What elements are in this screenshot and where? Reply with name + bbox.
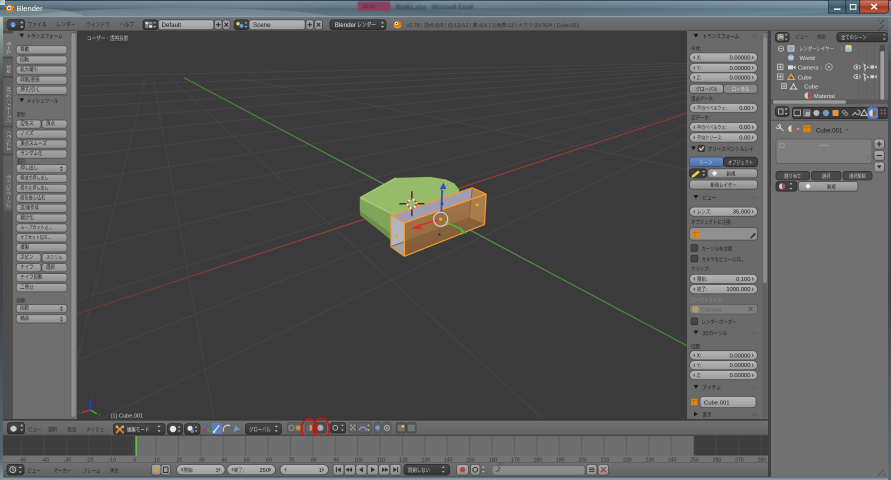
svg-text:i: i xyxy=(12,23,13,29)
svg-text:210: 210 xyxy=(601,457,610,463)
svg-text:40: 40 xyxy=(221,457,227,463)
svg-text:Blender: Blender xyxy=(17,4,44,13)
svg-text:35.000: 35.000 xyxy=(733,210,751,216)
svg-text:160: 160 xyxy=(489,457,498,463)
svg-text:100: 100 xyxy=(354,457,363,463)
svg-text:|: | xyxy=(821,65,822,71)
svg-text:90: 90 xyxy=(333,457,339,463)
svg-text:260: 260 xyxy=(713,457,722,463)
svg-text:230: 230 xyxy=(646,457,655,463)
svg-text:Cube.001: Cube.001 xyxy=(704,400,730,406)
svg-text:0.00000: 0.00000 xyxy=(730,66,751,72)
svg-text:240: 240 xyxy=(668,457,677,463)
svg-text:0.00000: 0.00000 xyxy=(730,373,751,379)
svg-text:1000.000: 1000.000 xyxy=(726,287,750,293)
svg-text:Book1.xlsx - Microsoft Excel: Book1.xlsx - Microsoft Excel xyxy=(396,4,473,11)
svg-text:z: z xyxy=(92,396,94,400)
svg-text:0.00000: 0.00000 xyxy=(730,56,751,62)
svg-text:y: y xyxy=(99,413,101,417)
svg-text:10: 10 xyxy=(154,457,160,463)
svg-text:250: 250 xyxy=(260,468,270,474)
svg-text:150: 150 xyxy=(466,457,475,463)
svg-text:Cube: Cube xyxy=(798,75,813,81)
svg-text:200: 200 xyxy=(578,457,587,463)
svg-text:70: 70 xyxy=(289,457,295,463)
svg-text:Camera: Camera xyxy=(798,65,820,71)
svg-text:60: 60 xyxy=(266,457,272,463)
svg-text:120: 120 xyxy=(399,457,408,463)
svg-text:-30: -30 xyxy=(64,457,72,463)
svg-text:30: 30 xyxy=(199,457,205,463)
svg-text:Cube.001: Cube.001 xyxy=(816,127,843,134)
svg-text:0.00: 0.00 xyxy=(739,106,750,112)
svg-text:220: 220 xyxy=(623,457,632,463)
svg-text:0.100: 0.100 xyxy=(736,277,751,283)
svg-text:0.00: 0.00 xyxy=(739,136,750,142)
svg-text:-20: -20 xyxy=(86,457,94,463)
svg-text:Camera: Camera xyxy=(701,308,722,314)
svg-text:1: 1 xyxy=(319,468,322,474)
svg-text:50: 50 xyxy=(244,457,250,463)
svg-text:1: 1 xyxy=(215,468,218,474)
svg-text:Blender: Blender xyxy=(335,22,356,29)
svg-text:80: 80 xyxy=(311,457,317,463)
svg-text:x: x xyxy=(79,410,81,414)
svg-text:Material: Material xyxy=(814,94,835,100)
svg-text:170: 170 xyxy=(511,457,520,463)
svg-text:0.00000: 0.00000 xyxy=(730,363,751,369)
svg-text:0.00: 0.00 xyxy=(739,125,750,131)
svg-text:0: 0 xyxy=(133,457,136,463)
svg-text:World: World xyxy=(800,56,815,62)
svg-text:280: 280 xyxy=(758,457,767,463)
svg-text:0.00000: 0.00000 xyxy=(730,353,751,359)
svg-text:####: #### xyxy=(363,4,377,10)
svg-text:180: 180 xyxy=(534,457,543,463)
svg-text:|: | xyxy=(841,47,842,53)
svg-text:0.00000: 0.00000 xyxy=(730,76,751,82)
svg-text:270: 270 xyxy=(735,457,744,463)
svg-text:130: 130 xyxy=(422,457,431,463)
svg-text:(1) Cube.001: (1) Cube.001 xyxy=(111,413,144,419)
svg-text:-10: -10 xyxy=(109,457,117,463)
svg-text:190: 190 xyxy=(556,457,565,463)
svg-text:Scene: Scene xyxy=(253,22,271,29)
svg-text:-40: -40 xyxy=(41,457,49,463)
svg-text:Default: Default xyxy=(162,22,182,29)
svg-text:140: 140 xyxy=(444,457,453,463)
svg-text:Cube: Cube xyxy=(804,85,819,91)
svg-text:-50: -50 xyxy=(19,457,27,463)
svg-text:20: 20 xyxy=(177,457,183,463)
svg-text:110: 110 xyxy=(377,457,385,463)
svg-text:250: 250 xyxy=(690,457,699,463)
